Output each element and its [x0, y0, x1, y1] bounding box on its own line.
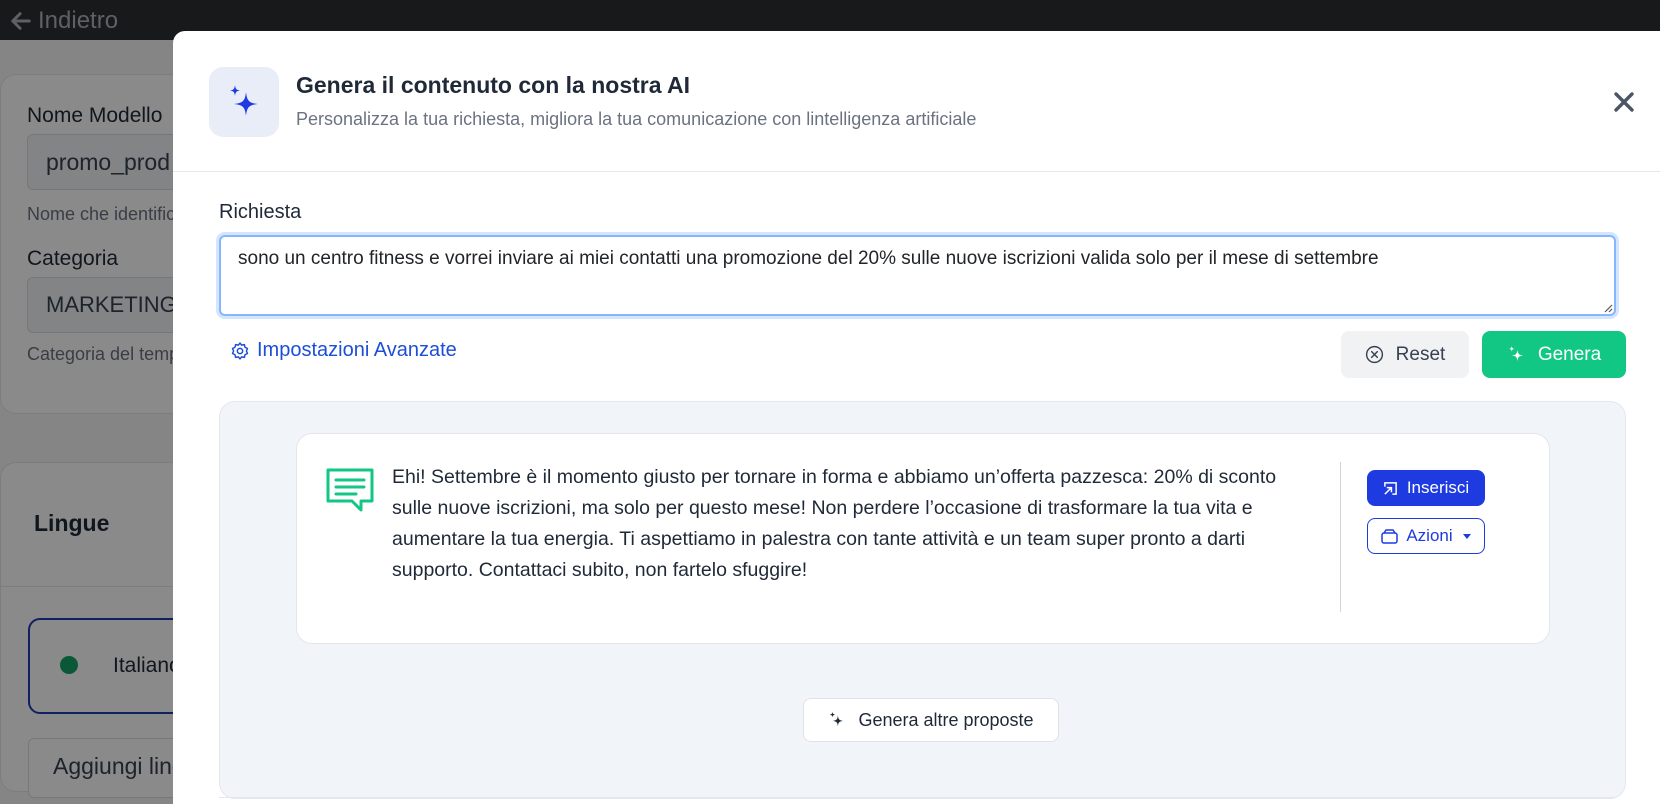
close-icon: [1614, 92, 1634, 112]
actions-label: Azioni: [1406, 526, 1453, 545]
more-proposals-label: Genera altre proposte: [858, 709, 1034, 730]
chevron-down-icon: [1462, 533, 1471, 539]
results-panel: Ehi! Settembre è il momento giusto per t…: [219, 401, 1626, 799]
insert-icon: [1383, 481, 1397, 495]
sparkles-icon: [830, 711, 844, 727]
reset-label: Reset: [1395, 343, 1446, 365]
gear-icon: [231, 341, 249, 360]
modal-title: Genera il contenuto con la nostra AI: [296, 72, 691, 98]
wallet-icon: [1381, 528, 1399, 544]
reset-button[interactable]: Reset: [1341, 331, 1469, 378]
actions-dropdown[interactable]: Azioni: [1367, 518, 1485, 554]
chat-lines-icon: [326, 468, 374, 512]
divider: [1340, 462, 1341, 612]
ai-generate-modal: Genera il contenuto con la nostra AI Per…: [173, 31, 1660, 804]
divider: [219, 797, 1616, 798]
advanced-settings-link[interactable]: Impostazioni Avanzate: [230, 339, 457, 362]
insert-button[interactable]: Inserisci: [1367, 470, 1485, 506]
proposal-card: Ehi! Settembre è il momento giusto per t…: [296, 433, 1550, 644]
x-circle-icon: [1365, 345, 1383, 364]
advanced-settings-label: Impostazioni Avanzate: [257, 339, 457, 361]
generate-label: Genera: [1537, 343, 1602, 365]
resize-grip-icon[interactable]: [1603, 303, 1613, 313]
request-textarea[interactable]: [219, 235, 1616, 316]
modal-header: Genera il contenuto con la nostra AI Per…: [173, 31, 1660, 172]
close-button[interactable]: [1610, 88, 1638, 116]
modal-subtitle: Personalizza la tua richiesta, migliora …: [296, 109, 977, 129]
sparkles-icon: [1508, 345, 1523, 362]
generate-button[interactable]: Genera: [1482, 331, 1626, 378]
sparkles-icon: [230, 85, 258, 116]
more-proposals-button[interactable]: Genera altre proposte: [803, 698, 1059, 742]
proposal-text: Ehi! Settembre è il momento giusto per t…: [392, 466, 1277, 581]
request-label: Richiesta: [219, 201, 302, 223]
ai-badge: [209, 67, 279, 137]
insert-label: Inserisci: [1406, 478, 1470, 497]
